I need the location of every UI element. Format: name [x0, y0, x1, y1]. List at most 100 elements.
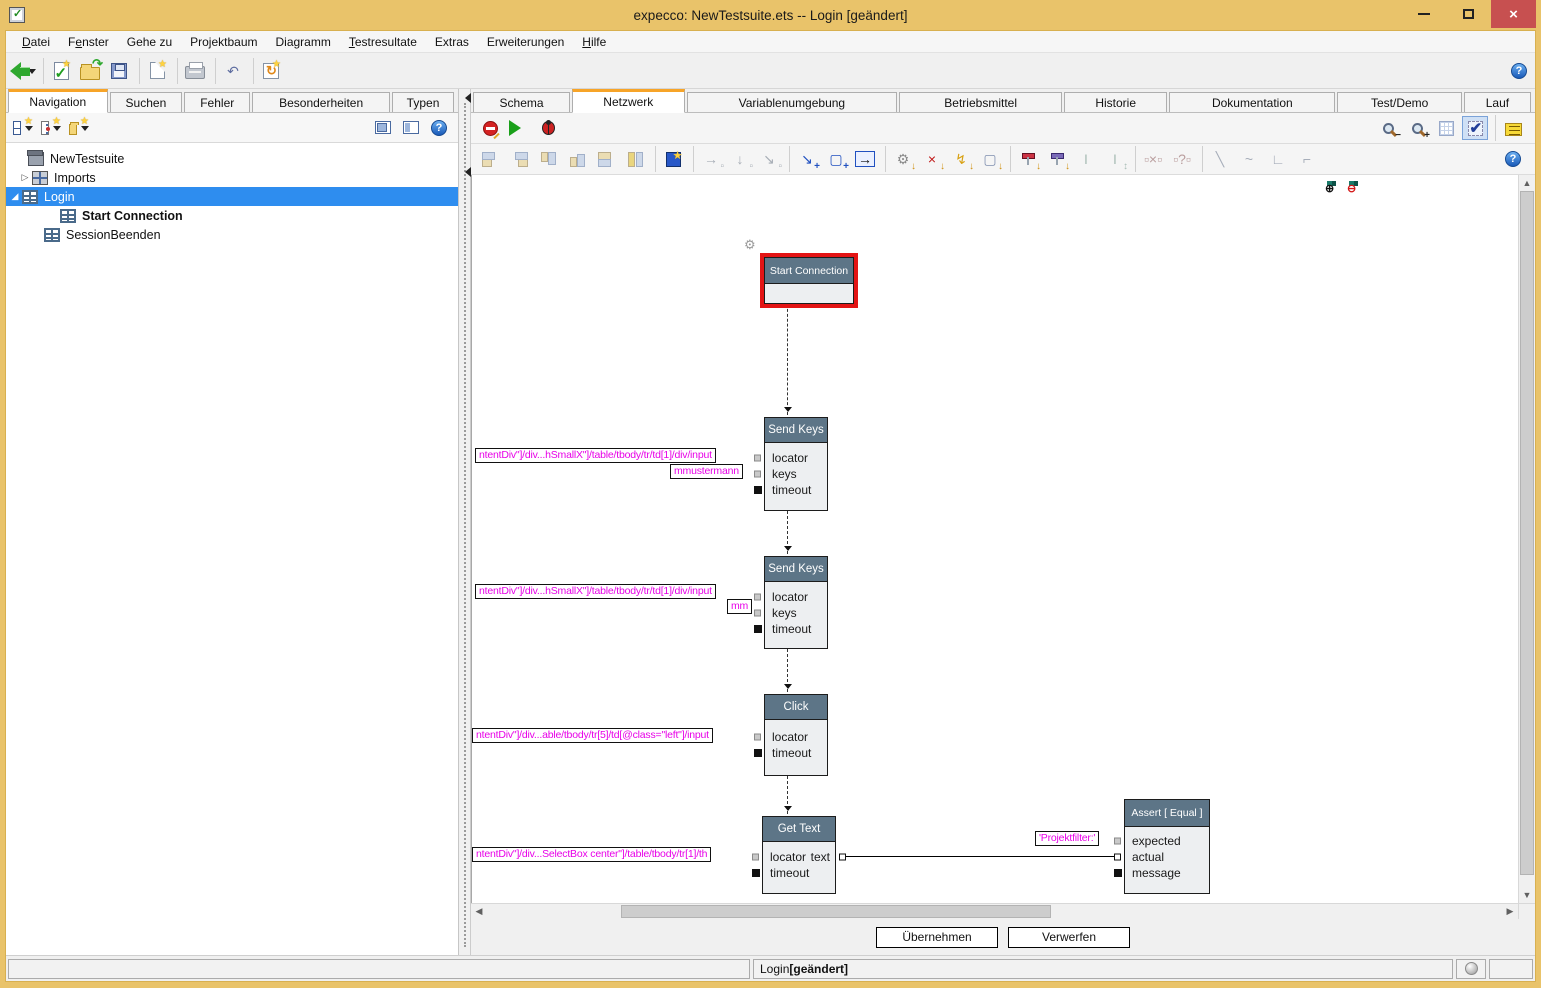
- input-pin-keys[interactable]: [754, 609, 761, 617]
- grid-toggle-button[interactable]: [1433, 116, 1459, 140]
- tab-netzwerk[interactable]: Netzwerk: [572, 89, 685, 113]
- value-label[interactable]: ntentDiv"]/div...SelectBox center"]/tabl…: [472, 847, 712, 862]
- snap-toggle-button[interactable]: [1462, 116, 1488, 140]
- scroll-down-icon[interactable]: ▼: [1519, 887, 1535, 903]
- exception-menu-button[interactable]: ↯ ↓: [948, 147, 974, 172]
- align-left-button[interactable]: [477, 147, 503, 171]
- scroll-left-icon[interactable]: ◀: [471, 904, 487, 919]
- stretch-connector-button[interactable]: I ↕: [1102, 147, 1128, 172]
- value-label[interactable]: ntentDiv"]/div...able/tbody/tr[5]/td[@cl…: [472, 728, 713, 743]
- insert-nested-button[interactable]: ↘ ▫: [756, 147, 782, 172]
- auto-insert-block-button[interactable]: [660, 147, 686, 171]
- input-pin-actual[interactable]: [1114, 853, 1121, 861]
- undo-button[interactable]: ↶: [220, 59, 246, 83]
- discard-button[interactable]: Verwerfen: [1008, 926, 1130, 948]
- tab-historie[interactable]: Historie: [1064, 92, 1168, 112]
- reload-browser-button[interactable]: ★: [258, 59, 284, 83]
- horizontal-scroll-thumb[interactable]: [621, 905, 1051, 918]
- accept-check-button[interactable]: ★: [48, 59, 74, 83]
- input-pin-locator[interactable]: [754, 454, 761, 462]
- line-straight-button[interactable]: ╲: [1207, 147, 1233, 171]
- float-view-button[interactable]: [370, 116, 396, 140]
- block-click[interactable]: Click locator timeout: [754, 694, 828, 776]
- tab-lauf[interactable]: Lauf: [1463, 92, 1532, 112]
- help-button[interactable]: ?: [1506, 59, 1532, 83]
- value-label[interactable]: 'Projektfilter:': [1035, 831, 1100, 846]
- help-button[interactable]: ?: [1500, 147, 1526, 171]
- expanded-arrow-icon[interactable]: ◢: [10, 191, 20, 202]
- locate-flag-icon[interactable]: ⊕: [1324, 181, 1340, 197]
- line-curve-button[interactable]: ~: [1236, 147, 1262, 171]
- vertical-scroll-thumb[interactable]: [1520, 191, 1534, 875]
- tree-view-menu-button[interactable]: ★: [10, 116, 36, 140]
- tab-fehler[interactable]: Fehler: [184, 92, 251, 112]
- new-item-button[interactable]: ★: [144, 59, 170, 83]
- network-canvas[interactable]: ⚙ ⊕ ⊖ Start Connection Send Keys locator keys t…: [471, 175, 1518, 903]
- page-menu-button[interactable]: ▢ ↓: [977, 147, 1003, 172]
- menu-fenster[interactable]: Fenster: [60, 33, 117, 51]
- align-columns-button[interactable]: [622, 147, 648, 171]
- tab-besonderheiten[interactable]: Besonderheiten: [252, 92, 391, 112]
- tree-item-sessionbeenden[interactable]: SessionBeenden: [6, 225, 458, 244]
- scroll-up-icon[interactable]: ▲: [1519, 175, 1535, 191]
- align-middle-button[interactable]: [593, 147, 619, 171]
- disconnect-button[interactable]: ▫×▫: [1140, 147, 1166, 171]
- close-button[interactable]: ×: [1491, 0, 1536, 28]
- tab-navigation[interactable]: Navigation: [8, 89, 108, 113]
- tree-item-start-connection[interactable]: Start Connection: [6, 206, 458, 225]
- menu-hilfe[interactable]: Hilfe: [574, 33, 614, 51]
- tab-dokumentation[interactable]: Dokumentation: [1169, 92, 1336, 112]
- block-send-keys[interactable]: Send Keys locator keys timeout: [754, 417, 828, 511]
- add-new-block-button[interactable]: ▢ +: [823, 147, 849, 172]
- align-bottom-button[interactable]: [564, 147, 590, 171]
- input-pin-message[interactable]: [1114, 869, 1122, 877]
- menu-projektbaum[interactable]: Projektbaum: [182, 33, 265, 51]
- input-pin-timeout[interactable]: [752, 869, 760, 877]
- split-view-button[interactable]: [398, 116, 424, 140]
- input-pin-timeout[interactable]: [754, 486, 762, 494]
- run-button[interactable]: [506, 116, 532, 140]
- input-pin-keys[interactable]: [754, 470, 761, 478]
- collapse-arrow-icon[interactable]: [460, 93, 471, 103]
- project-tree[interactable]: NewTestsuite ▷ Imports ◢ Login Start Connecti…: [6, 143, 458, 955]
- line-rounded-button[interactable]: ⌐: [1294, 147, 1320, 171]
- add-through-connection-button[interactable]: →: [852, 147, 878, 171]
- insert-after-button[interactable]: ↓ ▫: [727, 147, 754, 172]
- properties-panel-button[interactable]: [1500, 116, 1526, 140]
- zoom-out-button[interactable]: −: [1375, 116, 1401, 141]
- menu-testresultate[interactable]: Testresultate: [341, 33, 425, 51]
- vertical-scrollbar[interactable]: ▲ ▼: [1518, 175, 1535, 903]
- input-pin-timeout[interactable]: [754, 625, 762, 633]
- horizontal-scrollbar[interactable]: ◀ ▶: [471, 903, 1518, 919]
- align-top-button[interactable]: [535, 147, 561, 171]
- panel-splitter[interactable]: [459, 89, 471, 955]
- debug-run-button[interactable]: [535, 116, 561, 140]
- line-ortho-button[interactable]: ∟: [1265, 147, 1291, 171]
- tree-item-imports[interactable]: ▷ Imports: [6, 168, 458, 187]
- tab-betriebsmittel[interactable]: Betriebsmittel: [899, 92, 1063, 112]
- menu-diagramm[interactable]: Diagramm: [268, 33, 339, 51]
- output-pin-text[interactable]: [839, 853, 846, 861]
- scroll-right-icon[interactable]: ▶: [1502, 904, 1518, 919]
- tree-item-login[interactable]: ◢ Login: [6, 187, 458, 206]
- folder-menu-button[interactable]: ★: [66, 116, 92, 140]
- zoom-in-button[interactable]: +: [1404, 116, 1430, 141]
- back-button[interactable]: [10, 59, 36, 83]
- value-label[interactable]: mm: [727, 599, 753, 614]
- collapse-arrow-icon[interactable]: [460, 167, 471, 177]
- shrink-connector-button[interactable]: I: [1073, 147, 1099, 171]
- menu-erweiterungen[interactable]: Erweiterungen: [479, 33, 572, 51]
- input-pin-expected[interactable]: [1114, 837, 1121, 845]
- tab-variablenumgebung[interactable]: Variablenumgebung: [686, 92, 898, 112]
- input-pin-locator[interactable]: [754, 733, 761, 741]
- add-external-block-button[interactable]: ↘ +: [794, 147, 820, 172]
- add-input-pin-button[interactable]: ↓: [1015, 147, 1041, 172]
- add-output-pin-button[interactable]: ↓: [1044, 147, 1070, 172]
- value-label[interactable]: ntentDiv"]/div...hSmallX"]/table/tbody/t…: [475, 584, 716, 599]
- reconnect-button[interactable]: ▫?▫: [1169, 147, 1195, 171]
- tab-test-demo[interactable]: Test/Demo: [1337, 92, 1462, 112]
- input-pin-timeout[interactable]: [754, 749, 762, 757]
- stop-edit-button[interactable]: [477, 116, 503, 140]
- item-kind-menu-button[interactable]: ★: [38, 116, 64, 140]
- tree-item-newtestsuite[interactable]: NewTestsuite: [6, 149, 458, 168]
